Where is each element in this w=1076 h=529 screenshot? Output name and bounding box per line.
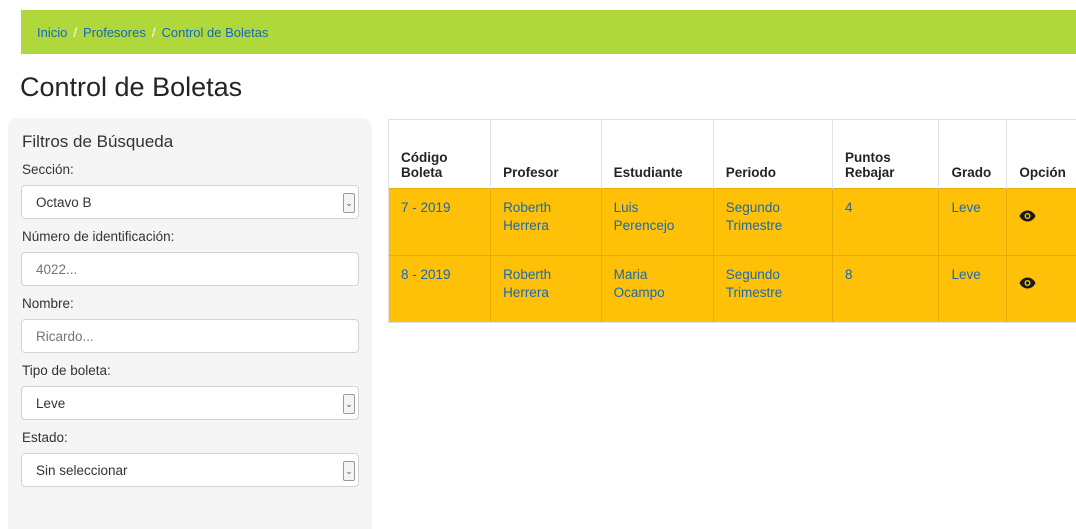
tipo-boleta-label: Tipo de boleta: [22, 363, 111, 378]
chevron-down-icon: ⌄ [343, 461, 355, 481]
cell-estudiante-last: Ocampo [613, 284, 665, 300]
header-puntos-rebajar: Puntos Rebajar [832, 120, 940, 188]
cell-puntos: 4 [832, 187, 940, 255]
estado-value: Sin seleccionar [36, 462, 128, 478]
breadcrumb-control-boletas[interactable]: Control de Boletas [161, 25, 268, 40]
nombre-placeholder: Ricardo... [36, 328, 94, 344]
estado-label: Estado: [22, 430, 68, 445]
seccion-select[interactable]: Octavo B ⌄ [21, 185, 359, 219]
cell-opciones [1006, 187, 1076, 255]
header-grado: Grado [938, 120, 1008, 188]
cell-estudiante-first: Maria [613, 266, 648, 282]
seccion-label: Sección: [22, 162, 74, 177]
cell-periodo-line2: Trimestre [725, 284, 783, 300]
cell-periodo-line1: Segundo [725, 199, 780, 215]
eye-icon[interactable] [1019, 209, 1036, 227]
cell-grado: Leve [938, 187, 1008, 255]
breadcrumb-profesores[interactable]: Profesores [83, 25, 146, 40]
header-opciones: Opción [1006, 120, 1076, 188]
breadcrumb: Inicio / Profesores / Control de Boletas [21, 10, 1076, 54]
cell-codigo: 7 - 2019 [389, 187, 492, 255]
tipo-boleta-select[interactable]: Leve ⌄ [21, 386, 359, 420]
cell-grado: Leve [938, 254, 1008, 322]
header-puntos-line1: Puntos [845, 149, 891, 165]
estado-select[interactable]: Sin seleccionar ⌄ [21, 453, 359, 487]
nombre-input[interactable]: Ricardo... [21, 319, 359, 353]
cell-profesor-last: Herrera [503, 284, 549, 300]
cell-opciones [1006, 254, 1076, 322]
cell-estudiante-first: Luis [613, 199, 639, 215]
seccion-value: Octavo B [36, 194, 92, 210]
header-estudiante: Estudiante [601, 120, 714, 188]
cell-profesor-last: Herrera [503, 217, 549, 233]
table-row: 8 - 2019 Roberth Herrera Maria Ocampo Segu… [389, 254, 1076, 322]
chevron-down-icon: ⌄ [343, 394, 355, 414]
header-codigo-boleta: Código Boleta [389, 120, 492, 188]
header-codigo-line2: Boleta [401, 164, 443, 180]
filters-title: Filtros de Búsqueda [22, 132, 174, 151]
table-row: 7 - 2019 Roberth Herrera Luis Perencejo Se… [389, 187, 1076, 255]
cell-codigo: 8 - 2019 [389, 254, 492, 322]
cell-profesor-first: Roberth [503, 266, 552, 282]
cell-profesor: Roberth Herrera [490, 254, 602, 322]
cell-periodo-line1: Segundo [725, 266, 780, 282]
header-periodo: Periodo [713, 120, 834, 188]
boletas-table-container: Código Boleta Profesor Estudiante Period… [388, 119, 1076, 323]
numero-identificacion-label: Número de identificación: [22, 229, 175, 244]
header-profesor: Profesor [490, 120, 602, 188]
page-title: Control de Boletas [20, 72, 243, 102]
cell-periodo: Segundo Trimestre [713, 254, 834, 322]
chevron-down-icon: ⌄ [343, 193, 355, 213]
table-header-row: Código Boleta Profesor Estudiante Period… [389, 120, 1076, 188]
cell-estudiante-last: Perencejo [613, 217, 675, 233]
cell-estudiante: Luis Perencejo [601, 187, 714, 255]
cell-estudiante: Maria Ocampo [601, 254, 714, 322]
numero-identificacion-placeholder: 4022... [36, 261, 78, 277]
header-codigo-line1: Código [401, 149, 448, 165]
cell-periodo-line2: Trimestre [725, 217, 783, 233]
tipo-boleta-value: Leve [36, 395, 66, 411]
breadcrumb-inicio[interactable]: Inicio [37, 25, 67, 40]
eye-icon[interactable] [1019, 276, 1036, 294]
cell-puntos: 8 [832, 254, 940, 322]
cell-periodo: Segundo Trimestre [713, 187, 834, 255]
header-puntos-line2: Rebajar [845, 164, 895, 180]
breadcrumb-separator: / [151, 24, 156, 40]
search-filters-panel: Filtros de Búsqueda Sección: Octavo B ⌄ … [8, 118, 372, 529]
cell-profesor-first: Roberth [503, 199, 552, 215]
breadcrumb-separator: / [73, 24, 77, 40]
numero-identificacion-input[interactable]: 4022... [21, 252, 359, 286]
cell-profesor: Roberth Herrera [490, 187, 602, 255]
boletas-table: Código Boleta Profesor Estudiante Period… [389, 120, 1076, 322]
nombre-label: Nombre: [22, 296, 74, 311]
